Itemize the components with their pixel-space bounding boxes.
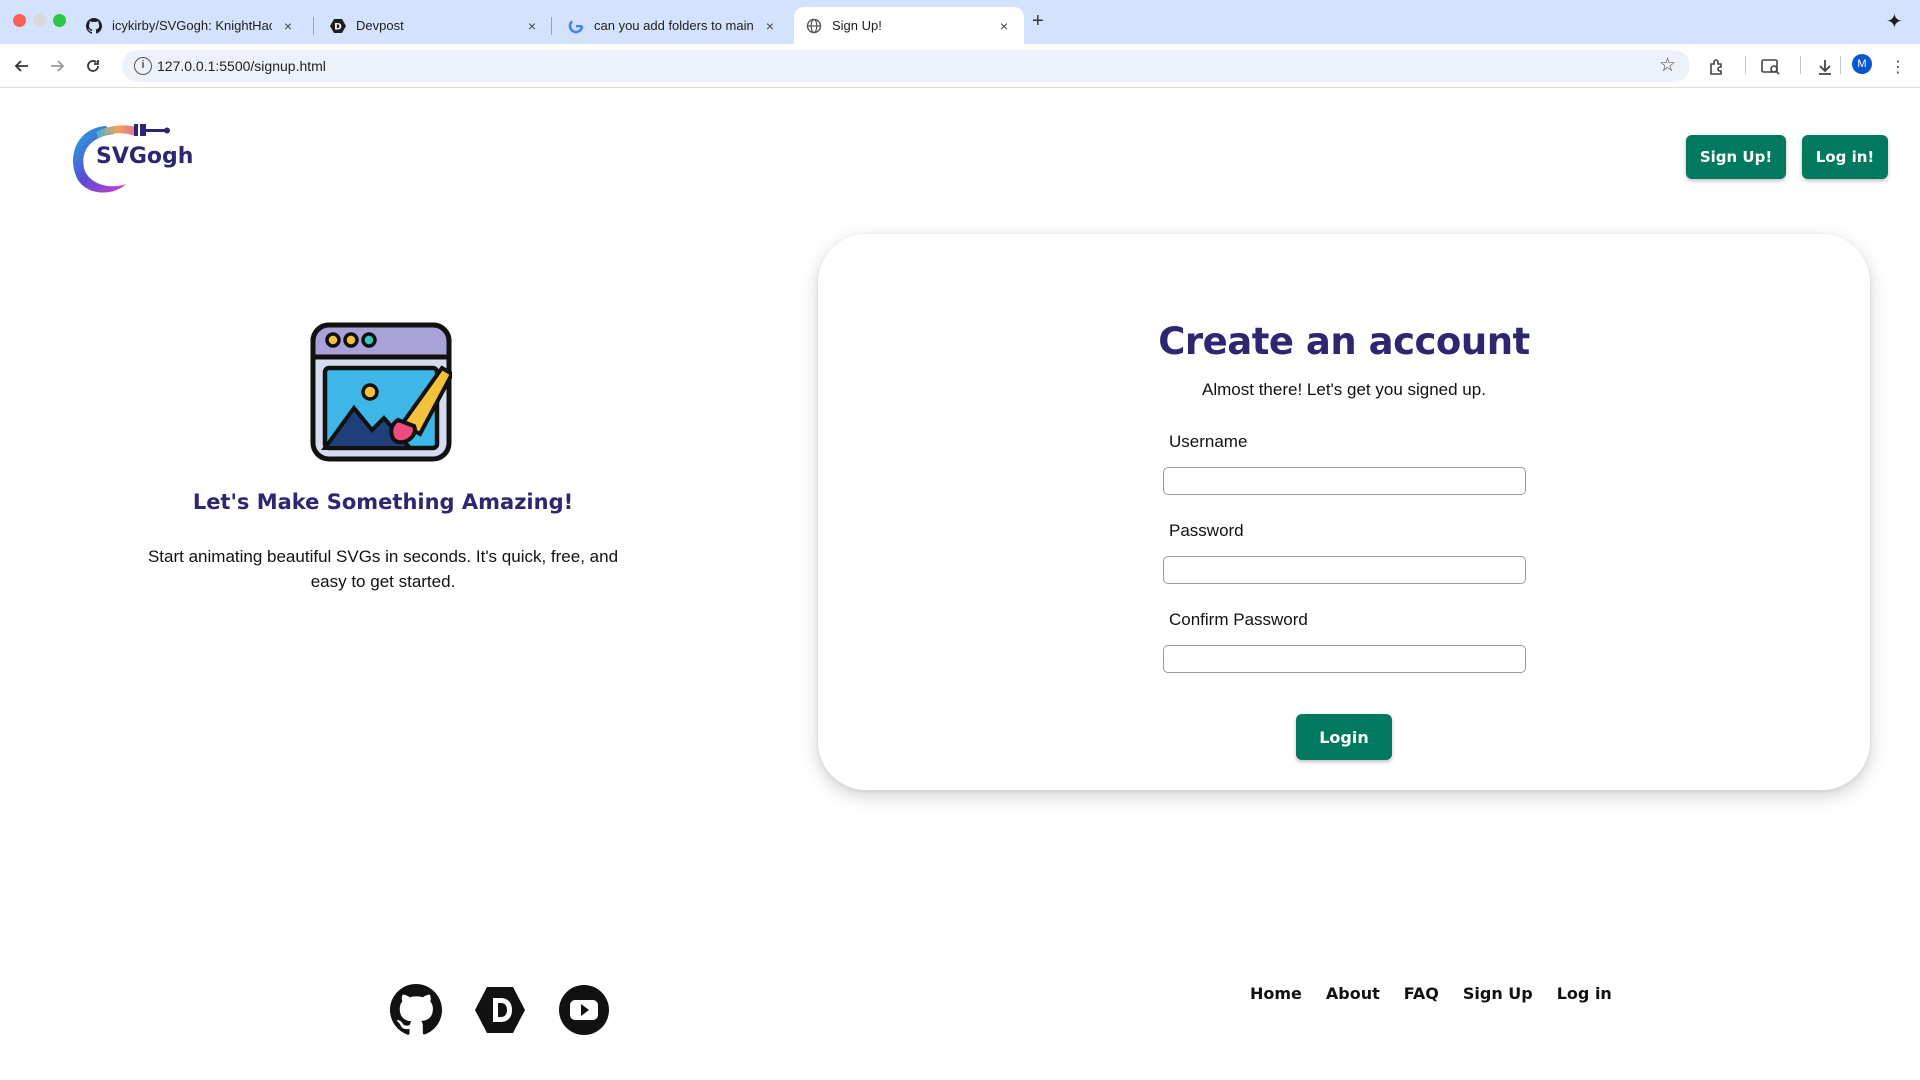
toolbar-separator: [1840, 56, 1841, 74]
tab-close-icon[interactable]: ×: [280, 18, 296, 34]
tab-separator: [313, 17, 314, 35]
toolbar-separator: [1800, 56, 1801, 74]
footer-link-login[interactable]: Log in: [1557, 984, 1612, 1003]
logo-text: SVGogh: [96, 144, 194, 169]
google-icon: [568, 18, 584, 34]
signup-card: Create an account Almost there! Let's ge…: [818, 234, 1870, 790]
maximize-window-button[interactable]: [53, 14, 66, 27]
browser-tab-google[interactable]: can you add folders to main in ×: [556, 7, 790, 44]
devpost-icon[interactable]: [474, 984, 526, 1036]
minimize-window-button[interactable]: [33, 14, 46, 27]
bookmark-star-icon[interactable]: ☆: [1659, 54, 1676, 77]
tab-close-icon[interactable]: ×: [996, 18, 1012, 34]
devpost-icon: D: [330, 18, 346, 34]
new-tab-button[interactable]: +: [1032, 10, 1044, 33]
globe-icon: [806, 18, 822, 34]
footer-nav: Home About FAQ Sign Up Log in: [1250, 984, 1612, 1003]
browser-tab-devpost[interactable]: D Devpost ×: [318, 7, 552, 44]
youtube-icon[interactable]: [558, 984, 610, 1036]
address-bar[interactable]: i 127.0.0.1:5500/signup.html ☆: [122, 50, 1690, 82]
browser-toolbar: i 127.0.0.1:5500/signup.html ☆ ⋮: [0, 44, 1920, 88]
download-icon[interactable]: [1814, 56, 1836, 78]
svg-text:D: D: [334, 22, 341, 32]
back-button[interactable]: [10, 54, 34, 78]
tab-close-icon[interactable]: ×: [524, 18, 540, 34]
confirm-password-label: Confirm Password: [1169, 610, 1308, 629]
hero-title: Let's Make Something Amazing!: [192, 490, 574, 514]
site-info-icon[interactable]: i: [134, 57, 152, 75]
image-edit-icon: [310, 322, 455, 462]
github-icon: [86, 17, 102, 34]
password-label: Password: [1169, 521, 1244, 540]
forward-button[interactable]: [45, 54, 69, 78]
footer-link-about[interactable]: About: [1326, 984, 1380, 1003]
gemini-sparkle-icon[interactable]: ✦: [1886, 9, 1903, 34]
form-title: Create an account: [1158, 320, 1530, 363]
more-menu-icon[interactable]: ⋮: [1887, 56, 1909, 78]
profile-avatar[interactable]: M: [1852, 54, 1872, 74]
footer-link-faq[interactable]: FAQ: [1404, 984, 1439, 1003]
close-window-button[interactable]: [13, 14, 26, 27]
hero-subtitle: Start animating beautiful SVGs in second…: [147, 547, 619, 591]
tab-search-icon[interactable]: [1760, 56, 1782, 78]
svgogh-logo[interactable]: SVGogh: [66, 118, 196, 198]
signup-button[interactable]: Sign Up!: [1686, 135, 1786, 179]
password-input[interactable]: [1163, 556, 1526, 584]
tab-title: Devpost: [356, 18, 404, 33]
tab-title: icykirby/SVGogh: KnightHack: [112, 18, 272, 33]
username-label: Username: [1169, 432, 1248, 451]
form-subtitle: Almost there! Let's get you signed up.: [1202, 380, 1486, 399]
footer-link-home[interactable]: Home: [1250, 984, 1302, 1003]
extensions-icon[interactable]: [1706, 56, 1728, 78]
tab-title: can you add folders to main in: [594, 18, 754, 33]
login-button[interactable]: Log in!: [1802, 135, 1888, 179]
browser-tabstrip: icykirby/SVGogh: KnightHack × D Devpost …: [0, 0, 1920, 44]
page-content: SVGogh Sign Up! Log in! Let's Make Somet…: [0, 88, 1920, 1080]
confirm-password-input[interactable]: [1163, 645, 1526, 673]
github-icon[interactable]: [390, 984, 442, 1036]
reload-button[interactable]: [81, 54, 105, 78]
url-text[interactable]: 127.0.0.1:5500/signup.html: [157, 58, 326, 74]
toolbar-separator: [1745, 56, 1746, 74]
browser-tab-github[interactable]: icykirby/SVGogh: KnightHack ×: [74, 7, 308, 44]
footer-link-signup[interactable]: Sign Up: [1463, 984, 1533, 1003]
tab-separator: [551, 17, 552, 35]
browser-tab-signup[interactable]: Sign Up! ×: [794, 7, 1024, 44]
tab-close-icon[interactable]: ×: [762, 18, 778, 34]
tab-title: Sign Up!: [832, 18, 882, 33]
submit-login-button[interactable]: Login: [1296, 714, 1392, 760]
username-input[interactable]: [1163, 467, 1526, 495]
